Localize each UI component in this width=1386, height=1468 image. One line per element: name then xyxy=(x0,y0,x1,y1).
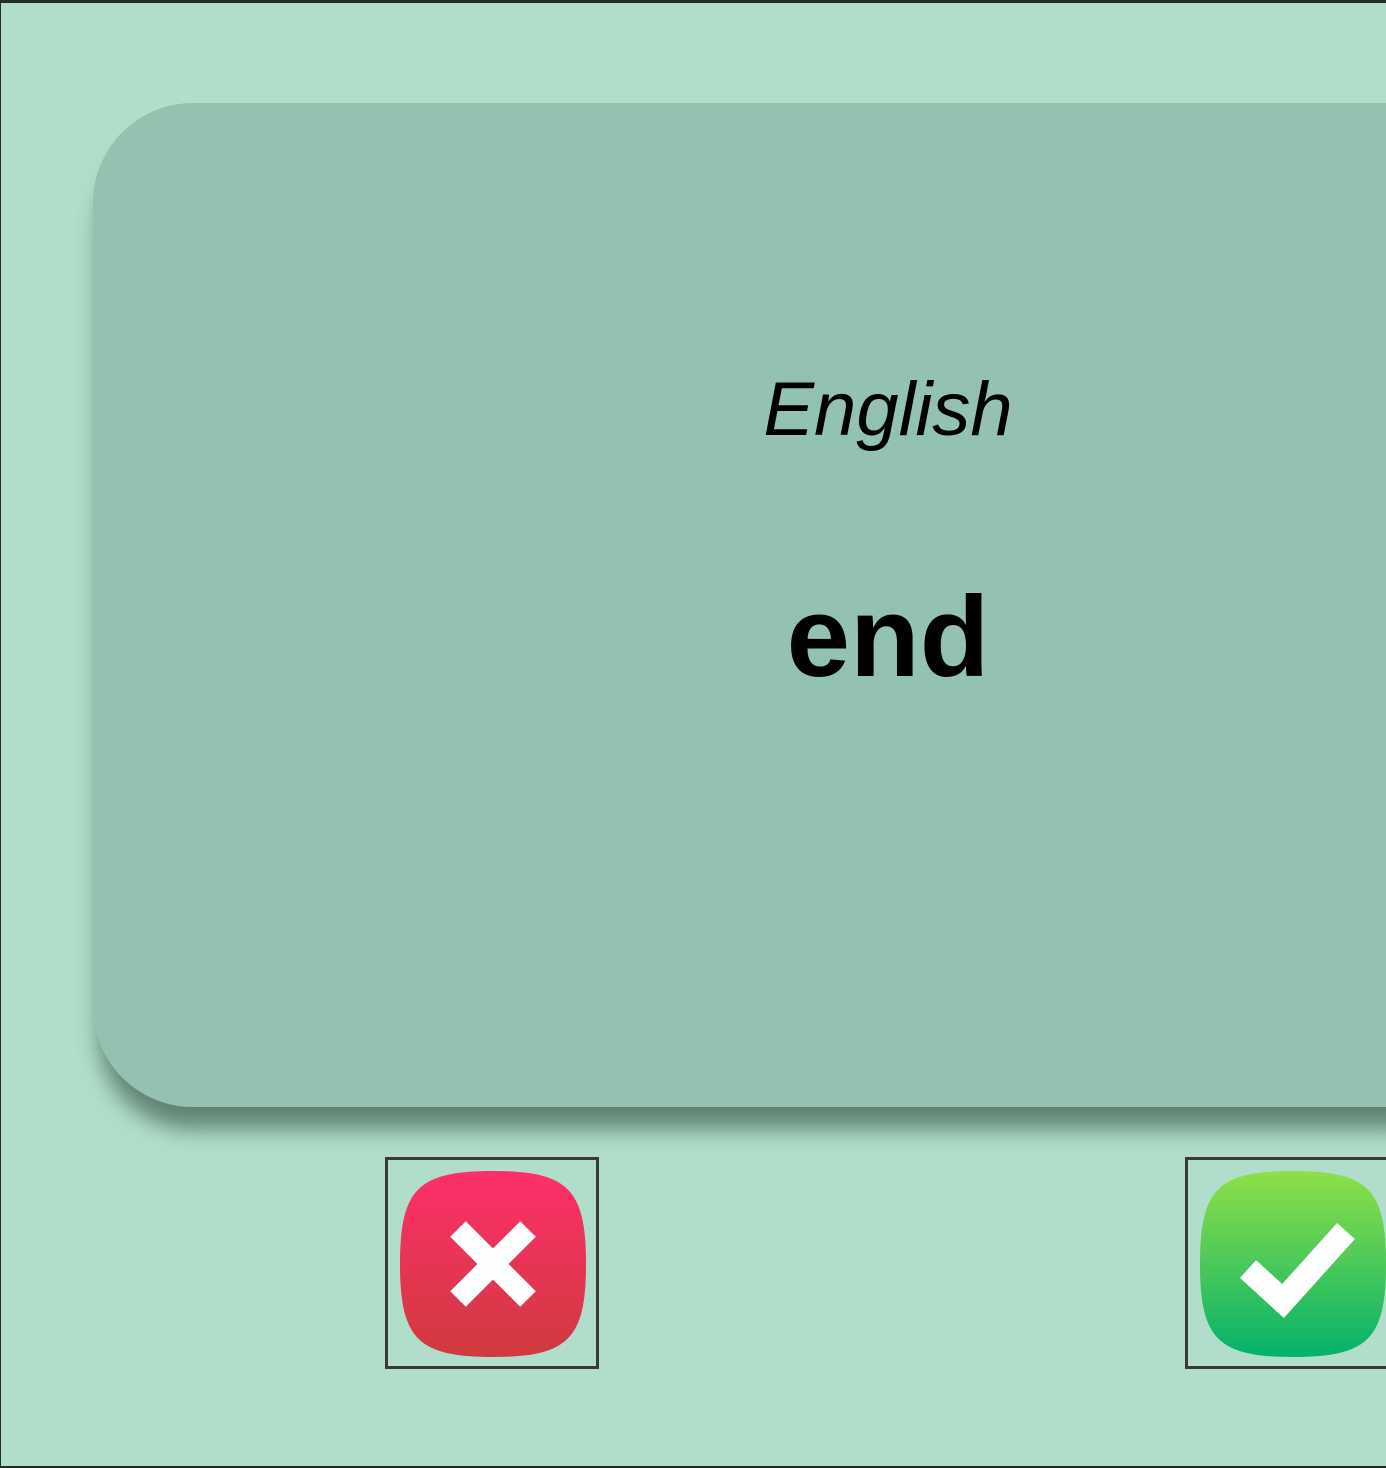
close-icon xyxy=(400,1171,586,1357)
accept-button[interactable] xyxy=(1185,1157,1386,1369)
check-icon xyxy=(1200,1171,1386,1357)
flashcard[interactable]: English end xyxy=(93,103,1386,1107)
card-language-label: English xyxy=(763,367,1013,452)
card-word: end xyxy=(786,574,990,701)
reject-button[interactable] xyxy=(385,1157,599,1369)
flashcard-app: English end xyxy=(0,0,1386,1468)
